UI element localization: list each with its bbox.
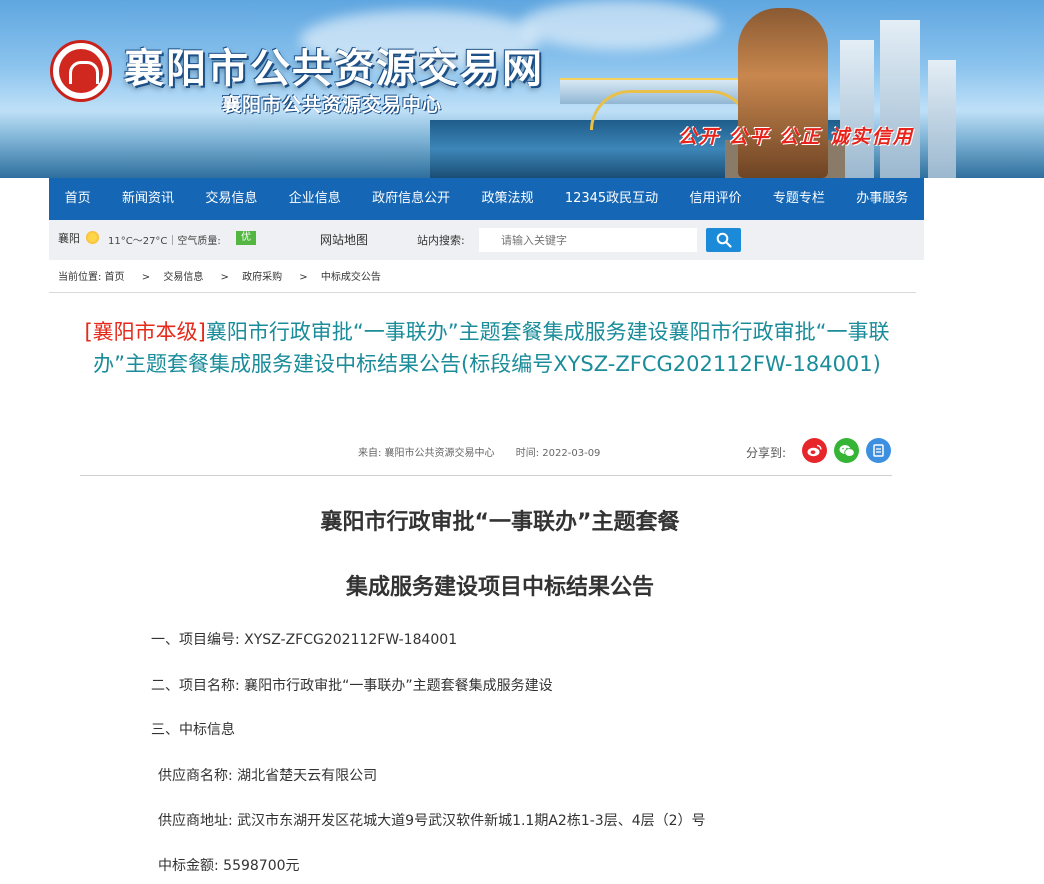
paragraph-award-info: 三、中标信息 [151, 722, 235, 738]
paragraph-supplier-address: 供应商地址: 武汉市东湖开发区花城大道9号武汉软件新城1.1期A2栋1-3层、4… [158, 813, 706, 829]
paragraph-project-name: 二、项目名称: 襄阳市行政审批“一事联办”主题套餐集成服务建设 [151, 678, 553, 694]
nav-item-services[interactable]: 办事服务 [841, 178, 924, 220]
article-title-text: 襄阳市行政审批“一事联办”主题套餐集成服务建设襄阳市行政审批“一事联办”主题套餐… [93, 320, 890, 376]
search-label: 站内搜索: [417, 234, 465, 247]
info-bar: 襄阳 11°C～27°C｜空气质量: 优 网站地图 站内搜索: [49, 220, 924, 260]
nav-item-gov-info[interactable]: 政府信息公开 [356, 178, 465, 220]
share-label: 分享到: [746, 446, 787, 460]
content-heading-line2: 集成服务建设项目中标结果公告 [345, 575, 654, 600]
weather-text: 11°C～27°C｜空气质量: [108, 236, 221, 247]
nav-item-news[interactable]: 新闻资讯 [106, 178, 189, 220]
breadcrumb-separator: > [141, 272, 151, 283]
breadcrumb: 当前位置: 首页 > 交易信息 > 政府采购 > 中标成交公告 [58, 268, 385, 283]
weather-city: 襄阳 [58, 232, 80, 245]
breadcrumb-procurement[interactable]: 政府采购 [242, 272, 282, 283]
search-input[interactable] [479, 228, 697, 252]
breadcrumb-trade-info[interactable]: 交易信息 [163, 272, 203, 283]
nav-item-12345[interactable]: 12345政民互动 [549, 178, 674, 220]
breadcrumb-home[interactable]: 当前位置: 首页 [58, 272, 125, 283]
site-title: 襄阳市公共资源交易网 [124, 46, 544, 92]
air-quality-badge: 优 [236, 231, 256, 245]
main-nav: 首页 新闻资讯 交易信息 企业信息 政府信息公开 政策法规 12345政民互动 … [49, 178, 924, 220]
site-subtitle: 襄阳市公共资源交易中心 [222, 94, 443, 116]
header-banner: 襄阳市公共资源交易网 襄阳市公共资源交易中心 公开 公平 公正 诚实信用 [0, 0, 1044, 178]
qzone-icon[interactable] [866, 438, 891, 463]
paragraph-project-number: 一、项目编号: XYSZ-ZFCG202112FW-184001 [151, 632, 458, 648]
region-tag: [襄阳市本级] [84, 320, 206, 344]
nav-item-trade-info[interactable]: 交易信息 [190, 178, 273, 220]
nav-item-credit[interactable]: 信用评价 [674, 178, 757, 220]
article-time: 时间: 2022-03-09 [515, 448, 601, 459]
slogan: 公开 公平 公正 诚实信用 [678, 126, 914, 148]
breadcrumb-current[interactable]: 中标成交公告 [321, 272, 381, 283]
sun-icon [86, 231, 99, 244]
article-title: [襄阳市本级]襄阳市行政审批“一事联办”主题套餐集成服务建设襄阳市行政审批“一事… [72, 316, 902, 380]
article-source: 来自: 襄阳市公共资源交易中心 [358, 448, 495, 459]
banner-statue [738, 8, 828, 178]
wechat-icon[interactable] [834, 438, 859, 463]
banner-building [840, 40, 874, 178]
logo-seal-icon[interactable] [50, 40, 112, 102]
breadcrumb-separator: > [220, 272, 229, 283]
banner-building [880, 20, 920, 178]
sitemap-link[interactable]: 网站地图 [320, 231, 368, 248]
content-heading-line1: 襄阳市行政审批“一事联办”主题套餐 [320, 510, 680, 535]
banner-cloud [520, 0, 720, 50]
search-button[interactable] [706, 228, 741, 252]
search-icon [716, 232, 732, 248]
banner-building [928, 60, 956, 178]
divider [80, 475, 892, 476]
paragraph-award-amount: 中标金额: 5598700元 [158, 858, 300, 874]
article-meta: 来自: 襄阳市公共资源交易中心 时间: 2022-03-09 [358, 444, 600, 459]
nav-item-enterprise[interactable]: 企业信息 [273, 178, 356, 220]
breadcrumb-separator: > [299, 272, 308, 283]
nav-item-policy[interactable]: 政策法规 [466, 178, 549, 220]
nav-item-special[interactable]: 专题专栏 [757, 178, 840, 220]
paragraph-supplier-name: 供应商名称: 湖北省楚天云有限公司 [158, 768, 378, 784]
weibo-icon[interactable] [802, 438, 827, 463]
divider [49, 292, 916, 293]
nav-item-home[interactable]: 首页 [49, 178, 106, 220]
